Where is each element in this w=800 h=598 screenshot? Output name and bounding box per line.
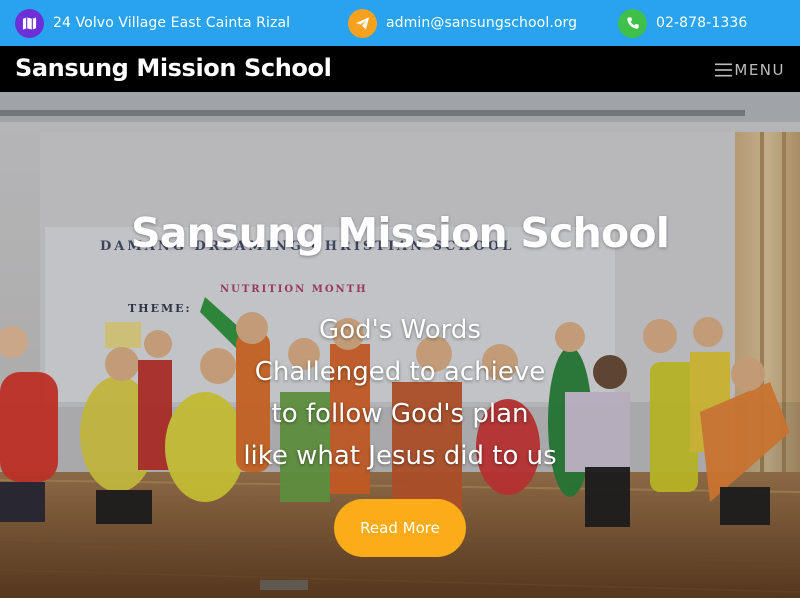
main-navbar: Sansung Mission School MENU [0,46,800,92]
paper-plane-icon [348,8,377,38]
email-link[interactable]: admin@sansungschool.org [386,15,577,31]
phone-link[interactable]: 02-878-1336 [656,15,747,31]
tagline-line: like what Jesus did to us [243,441,557,471]
email-info[interactable]: admin@sansungschool.org [348,8,577,38]
tagline-line: to follow God's plan [271,399,529,429]
map-icon [15,8,44,38]
phone-icon [618,8,647,38]
hamburger-icon [715,63,733,77]
brand-logo-text[interactable]: Sansung Mission School [15,54,332,82]
tagline-line: Challenged to achieve [254,357,546,387]
address-text: 24 Volvo Village East Cainta Rizal [53,15,291,31]
hero-section: DAMANG DREAMING CHRISTIAN SCHOOL NUTRITI… [0,92,800,598]
hero-tagline: God's Words Challenged to achieve to fol… [0,309,800,477]
menu-button[interactable]: MENU [715,60,785,80]
tagline-line: God's Words [319,315,481,345]
phone-info[interactable]: 02-878-1336 [618,8,747,38]
hero-title: Sansung Mission School [131,209,670,257]
menu-label: MENU [734,61,785,79]
contact-bar: 24 Volvo Village East Cainta Rizal admin… [0,0,800,46]
read-more-button[interactable]: Read More [334,499,466,557]
address-info: 24 Volvo Village East Cainta Rizal [15,8,290,38]
